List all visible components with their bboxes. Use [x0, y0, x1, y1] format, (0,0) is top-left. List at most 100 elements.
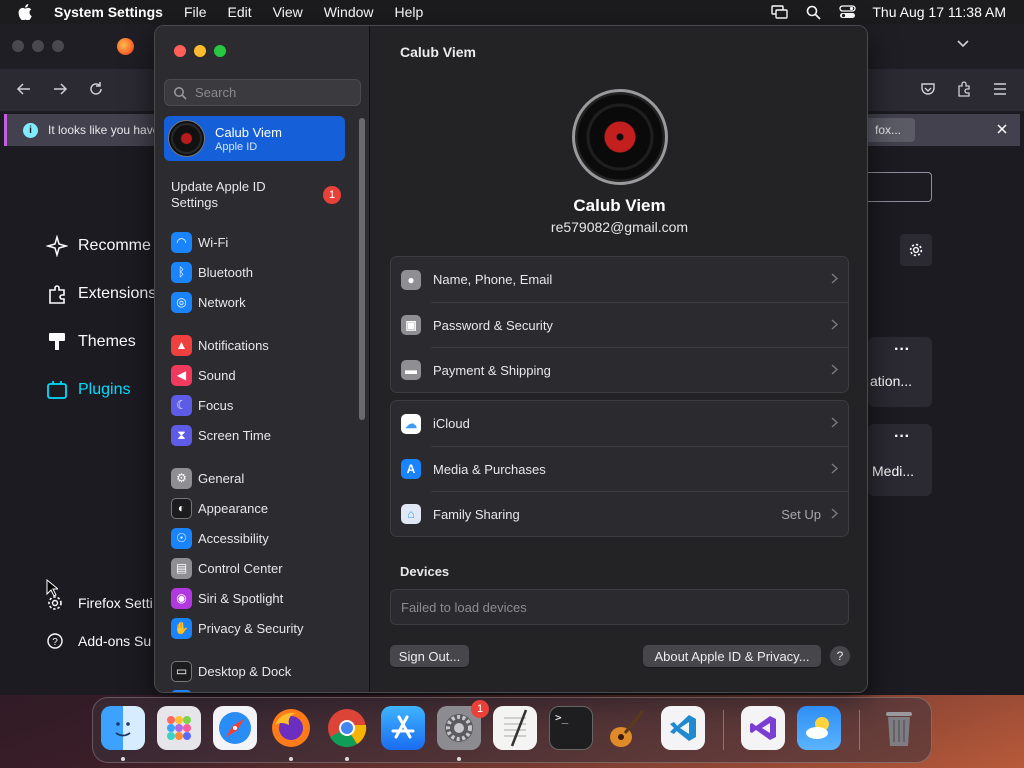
tab-list-chevron-icon[interactable]	[956, 36, 970, 52]
devices-status: Failed to load devices	[401, 599, 527, 615]
menu-window[interactable]: Window	[324, 4, 374, 20]
ff-zoom-dot[interactable]	[52, 40, 64, 52]
sidebar-item-appearance[interactable]: ◐ Appearance	[171, 497, 268, 519]
sidebar-item-bluetooth[interactable]: ᛒ Bluetooth	[171, 261, 253, 283]
row-payment-shipping[interactable]: ▬ Payment & Shipping	[401, 347, 848, 392]
sidebar-apple-id-row[interactable]: Calub Viem Apple ID	[164, 116, 345, 161]
help-button[interactable]: ?	[830, 646, 850, 666]
running-indicator	[289, 757, 293, 761]
ff-plugin-card[interactable]: ··· ation...	[868, 337, 932, 407]
dock-safari[interactable]	[213, 706, 257, 750]
firefox-tab-icon[interactable]	[117, 38, 134, 55]
dock-trash[interactable]	[877, 706, 921, 750]
ff-close-dot[interactable]	[12, 40, 24, 52]
sidebar-item-sound[interactable]: ◀ Sound	[171, 364, 236, 386]
forward-arrow-icon[interactable]	[52, 81, 68, 102]
dock-firefox[interactable]	[269, 706, 313, 750]
ff-nav-label: Themes	[78, 333, 136, 350]
chevron-right-icon	[831, 272, 839, 287]
spotlight-search-icon[interactable]	[804, 4, 822, 20]
extensions-toolbar-icon[interactable]	[956, 81, 972, 102]
sidebar-item-general[interactable]: ⚙ General	[171, 467, 244, 489]
row-name-phone-email[interactable]: ● Name, Phone, Email	[391, 257, 848, 302]
running-indicator	[121, 757, 125, 761]
dock-garageband[interactable]	[605, 706, 649, 750]
sidebar-search-field[interactable]: Search	[164, 79, 361, 106]
gear-icon	[909, 243, 923, 257]
sidebar-item-privacy-security[interactable]: ✋ Privacy & Security	[171, 617, 303, 639]
dock-launchpad[interactable]	[157, 706, 201, 750]
dock-visual-studio[interactable]	[741, 706, 785, 750]
dock-terminal[interactable]: >_	[549, 706, 593, 750]
dock-app-store[interactable]	[381, 706, 425, 750]
hamburger-menu-icon[interactable]	[992, 82, 1008, 101]
ff-addons-support-link[interactable]: ? Add-ons Su	[46, 632, 151, 650]
appearance-icon: ◐	[171, 497, 192, 519]
ff-plugin-card[interactable]: ··· Medi...	[868, 424, 932, 496]
ff-nav-extensions[interactable]: Extensions	[46, 283, 156, 305]
close-window-button[interactable]	[174, 45, 186, 57]
moon-icon: ☾	[171, 394, 192, 416]
sidebar-item-network[interactable]: ◎ Network	[171, 291, 246, 313]
ff-firefox-settings-link[interactable]: Firefox Setti	[46, 594, 153, 612]
dock-textedit[interactable]	[493, 706, 537, 750]
visual-studio-icon	[750, 716, 776, 740]
update-label: Update Apple ID Settings	[171, 179, 266, 210]
menu-clock[interactable]: Thu Aug 17 11:38 AM	[872, 4, 1006, 20]
dock-weather[interactable]	[797, 706, 841, 750]
dock-system-settings[interactable]: 1	[437, 700, 489, 750]
control-center-icon[interactable]	[838, 4, 856, 20]
back-arrow-icon[interactable]	[16, 81, 32, 102]
reload-icon[interactable]	[88, 81, 104, 102]
sidebar-item-desktop-dock[interactable]: ▭ Desktop & Dock	[171, 660, 291, 682]
dock-chrome[interactable]	[325, 706, 369, 750]
row-media-purchases[interactable]: A Media & Purchases	[401, 446, 848, 491]
apple-menu-icon[interactable]	[18, 3, 36, 21]
menu-view[interactable]: View	[273, 4, 303, 20]
dock-vscode[interactable]	[661, 706, 705, 750]
row-password-security[interactable]: ▣ Password & Security	[401, 302, 848, 347]
pocket-icon[interactable]	[920, 81, 936, 102]
speaker-icon: ◀	[171, 364, 192, 386]
sign-out-button[interactable]: Sign Out...	[390, 645, 469, 667]
addons-search-box[interactable]	[860, 172, 932, 202]
dock-finder[interactable]	[101, 706, 145, 750]
ff-nav-themes[interactable]: Themes	[46, 331, 136, 353]
row-icloud[interactable]: ☁ iCloud	[391, 401, 848, 446]
sidebar-item-label: Control Center	[198, 560, 283, 576]
notification-badge: 1	[323, 186, 341, 204]
screen-mirroring-icon[interactable]	[770, 4, 788, 20]
profile-avatar[interactable]	[572, 89, 668, 185]
minimize-window-button[interactable]	[194, 45, 206, 57]
services-group: ☁ iCloud A Media & Purchases ⌂ Family Sharing…	[390, 400, 849, 537]
update-apple-id-settings-row[interactable]: Update Apple ID Settings 1	[171, 179, 341, 211]
chevron-right-icon	[831, 318, 839, 333]
ff-nav-plugins[interactable]: Plugins	[46, 379, 130, 401]
sidebar-item-control-center[interactable]: ▤ Control Center	[171, 557, 283, 579]
menu-help[interactable]: Help	[395, 4, 424, 20]
notice-action-button[interactable]: fox...	[863, 118, 915, 142]
ff-nav-recommendations[interactable]: Recomme	[46, 235, 151, 257]
addons-settings-gear-button[interactable]	[900, 234, 932, 266]
menu-app-name[interactable]: System Settings	[54, 4, 163, 20]
sidebar-item-screen-time[interactable]: ⧗ Screen Time	[171, 424, 271, 446]
card-icon: ▬	[401, 360, 421, 380]
profile-name: Calub Viem	[573, 196, 666, 215]
sidebar-item-notifications[interactable]: ▲ Notifications	[171, 334, 269, 356]
menu-file[interactable]: File	[184, 4, 207, 20]
menu-edit[interactable]: Edit	[228, 4, 252, 20]
sidebar-item-wi-fi[interactable]: ◠ Wi-Fi	[171, 231, 228, 253]
ff-minimize-dot[interactable]	[32, 40, 44, 52]
notice-close-icon[interactable]	[995, 122, 1009, 139]
about-apple-id-button[interactable]: About Apple ID & Privacy...	[643, 645, 821, 667]
sidebar-scrollbar[interactable]	[359, 118, 365, 420]
card-menu-icon[interactable]: ···	[894, 341, 910, 359]
sidebar-item-partial[interactable]	[171, 690, 192, 692]
sidebar-item-label: Bluetooth	[198, 264, 253, 280]
sidebar-item-accessibility[interactable]: ☉ Accessibility	[171, 527, 269, 549]
row-family-sharing[interactable]: ⌂ Family Sharing Set Up	[401, 491, 848, 536]
zoom-window-button[interactable]	[214, 45, 226, 57]
card-menu-icon[interactable]: ···	[894, 428, 910, 446]
sidebar-item-siri-spotlight[interactable]: ◉ Siri & Spotlight	[171, 587, 283, 609]
sidebar-item-focus[interactable]: ☾ Focus	[171, 394, 233, 416]
